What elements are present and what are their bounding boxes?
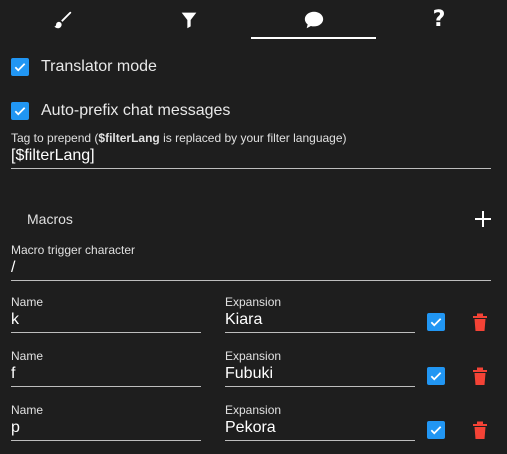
macro-expansion-input[interactable] bbox=[225, 363, 415, 387]
translator-mode-checkbox[interactable] bbox=[11, 58, 29, 76]
macro-expansion-input[interactable] bbox=[225, 309, 415, 333]
macro-name-input[interactable] bbox=[11, 417, 201, 441]
trash-icon bbox=[473, 367, 487, 385]
macro-name-label: Name bbox=[11, 349, 44, 363]
paintbrush-icon bbox=[54, 11, 72, 29]
macro-name-field: Name bbox=[11, 403, 201, 441]
auto-prefix-label: Auto-prefix chat messages bbox=[41, 102, 231, 119]
tab-appearance[interactable] bbox=[0, 0, 126, 40]
trigger-field: Macro trigger character bbox=[11, 243, 491, 281]
auto-prefix-checkbox[interactable] bbox=[11, 102, 29, 120]
macros-title: Macros bbox=[27, 211, 73, 227]
translator-mode-label: Translator mode bbox=[41, 58, 157, 75]
macro-name-field: Name bbox=[11, 349, 201, 387]
checkmark-icon bbox=[14, 107, 26, 116]
tag-field: Tag to prepend ($filterLang is replaced … bbox=[11, 131, 491, 169]
tab-bar: ? bbox=[0, 0, 507, 40]
macro-name-label: Name bbox=[11, 403, 44, 417]
tab-chat[interactable] bbox=[251, 0, 377, 40]
macro-enabled-checkbox[interactable] bbox=[427, 313, 445, 331]
macro-expansion-input[interactable] bbox=[225, 417, 415, 441]
tab-help[interactable]: ? bbox=[376, 0, 502, 40]
macro-expansion-label: Expansion bbox=[225, 403, 282, 417]
filter-icon bbox=[181, 12, 197, 29]
tag-field-label: Tag to prepend ($filterLang is replaced … bbox=[11, 131, 347, 145]
macro-expansion-field: Expansion bbox=[225, 295, 415, 333]
trigger-input[interactable] bbox=[11, 257, 491, 281]
tab-filter[interactable] bbox=[126, 0, 252, 40]
settings-panel: ? Translator mode Auto-prefix chat messa… bbox=[0, 0, 507, 454]
checkmark-icon bbox=[430, 318, 442, 327]
trash-icon bbox=[473, 313, 487, 331]
checkmark-icon bbox=[430, 372, 442, 381]
plus-icon bbox=[475, 211, 491, 227]
macro-name-field: Name bbox=[11, 295, 201, 333]
chat-bubble-icon bbox=[304, 11, 324, 29]
delete-macro-button[interactable] bbox=[471, 420, 489, 440]
macro-expansion-field: Expansion bbox=[225, 349, 415, 387]
macro-enabled-checkbox[interactable] bbox=[427, 421, 445, 439]
add-macro-button[interactable] bbox=[474, 210, 492, 228]
macro-enabled-checkbox[interactable] bbox=[427, 367, 445, 385]
delete-macro-button[interactable] bbox=[471, 366, 489, 386]
auto-prefix-row: Auto-prefix chat messages bbox=[11, 101, 230, 121]
delete-macro-button[interactable] bbox=[471, 312, 489, 332]
active-tab-indicator bbox=[251, 37, 376, 39]
macro-name-input[interactable] bbox=[11, 309, 201, 333]
checkmark-icon bbox=[14, 63, 26, 72]
translator-mode-row: Translator mode bbox=[11, 57, 157, 77]
help-icon: ? bbox=[432, 7, 446, 32]
checkmark-icon bbox=[430, 426, 442, 435]
macro-name-input[interactable] bbox=[11, 363, 201, 387]
trash-icon bbox=[473, 421, 487, 439]
trigger-field-label: Macro trigger character bbox=[11, 243, 136, 257]
macro-expansion-label: Expansion bbox=[225, 349, 282, 363]
tag-input[interactable] bbox=[11, 145, 491, 169]
macro-name-label: Name bbox=[11, 295, 44, 309]
macro-expansion-label: Expansion bbox=[225, 295, 282, 309]
macro-expansion-field: Expansion bbox=[225, 403, 415, 441]
